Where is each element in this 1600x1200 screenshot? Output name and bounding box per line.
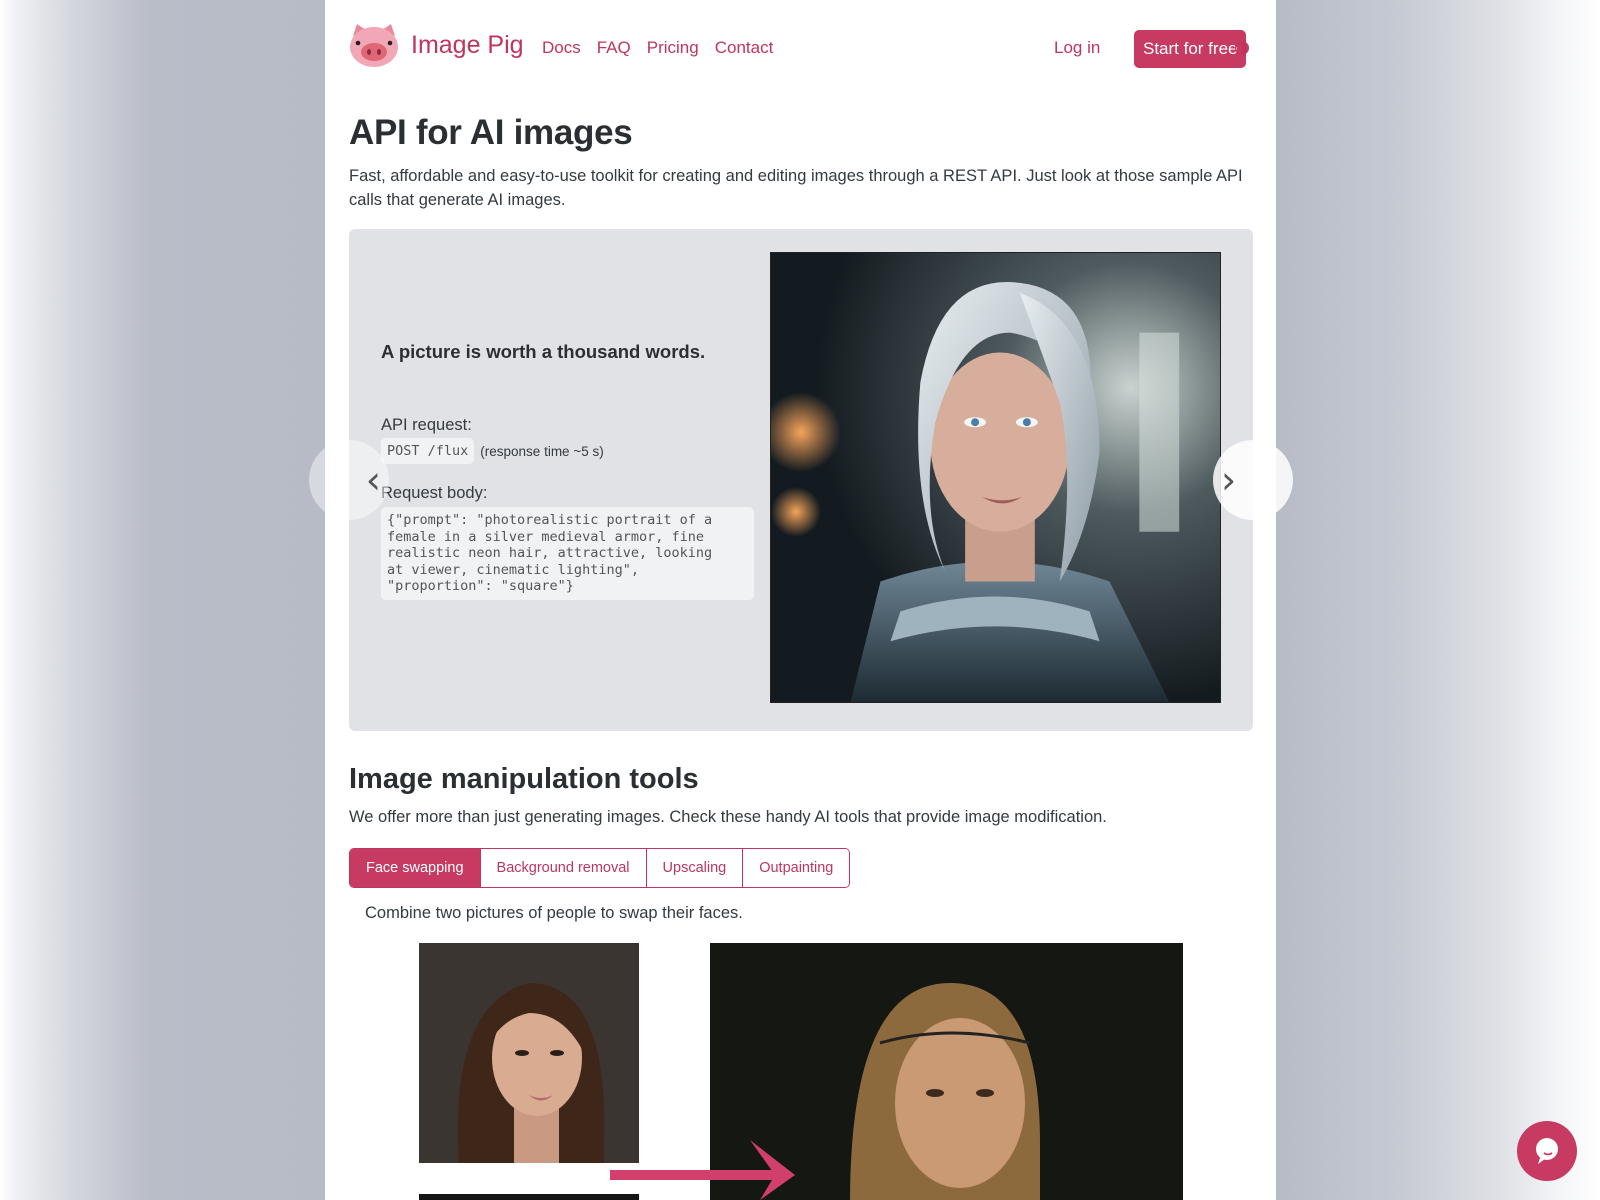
slide-generated-image	[770, 252, 1221, 703]
nav-pricing[interactable]: Pricing	[647, 38, 699, 58]
slide-title: A picture is worth a thousand words.	[381, 341, 706, 362]
nav-faq[interactable]: FAQ	[597, 38, 631, 58]
tools-description: We offer more than just generating image…	[349, 808, 1107, 826]
page-container: Image Pig Docs FAQ Pricing Contact Log i…	[309, 0, 1293, 1200]
api-endpoint: POST /flux	[381, 438, 475, 464]
source-face-image	[419, 943, 639, 1163]
chat-widget-button[interactable]	[1517, 1121, 1577, 1181]
tools-tabs: Face swapping Background removal Upscali…	[349, 848, 851, 888]
response-time: (response time ~5 s)	[480, 443, 604, 459]
brand-name: Image Pig	[411, 30, 524, 59]
page-title: API for AI images	[349, 113, 633, 152]
second-face-image	[419, 1194, 639, 1200]
tab-face-swapping[interactable]: Face swapping	[350, 849, 480, 887]
logo-link[interactable]: Image Pig	[349, 20, 524, 70]
tab-outpainting[interactable]: Outpainting	[742, 849, 850, 887]
request-body-label: Request body:	[381, 484, 488, 502]
api-request-line: POST /flux (response time ~5 s)	[381, 438, 604, 464]
swap-arrow-icon	[610, 1140, 795, 1200]
hero-description: Fast, affordable and easy-to-use toolkit…	[349, 167, 1243, 209]
tools-section-title: Image manipulation tools	[349, 763, 699, 795]
tab-background-removal[interactable]: Background removal	[479, 849, 646, 887]
site-header: Image Pig Docs FAQ Pricing Contact Log i…	[349, 20, 1252, 80]
carousel-next-button[interactable]: ›	[1213, 440, 1293, 520]
login-link[interactable]: Log in	[1054, 38, 1100, 58]
start-for-free-button[interactable]: Start for free	[1134, 30, 1247, 68]
pig-face-icon	[349, 22, 399, 68]
half-circle-contrast-icon[interactable]	[1235, 41, 1249, 55]
chat-bubble-icon	[1536, 1138, 1558, 1164]
carousel-prev-button[interactable]: ‹	[309, 440, 389, 520]
nav-docs[interactable]: Docs	[542, 38, 581, 58]
api-request-label: API request:	[381, 416, 472, 434]
request-body-code: {"prompt": "photorealistic portrait of a…	[381, 507, 754, 600]
tab-upscaling[interactable]: Upscaling	[645, 849, 743, 887]
tab-description: Combine two pictures of people to swap t…	[365, 904, 743, 922]
api-examples-carousel: A picture is worth a thousand words. API…	[309, 229, 1293, 731]
nav-contact[interactable]: Contact	[715, 38, 774, 58]
main-nav: Docs FAQ Pricing Contact	[542, 38, 789, 58]
